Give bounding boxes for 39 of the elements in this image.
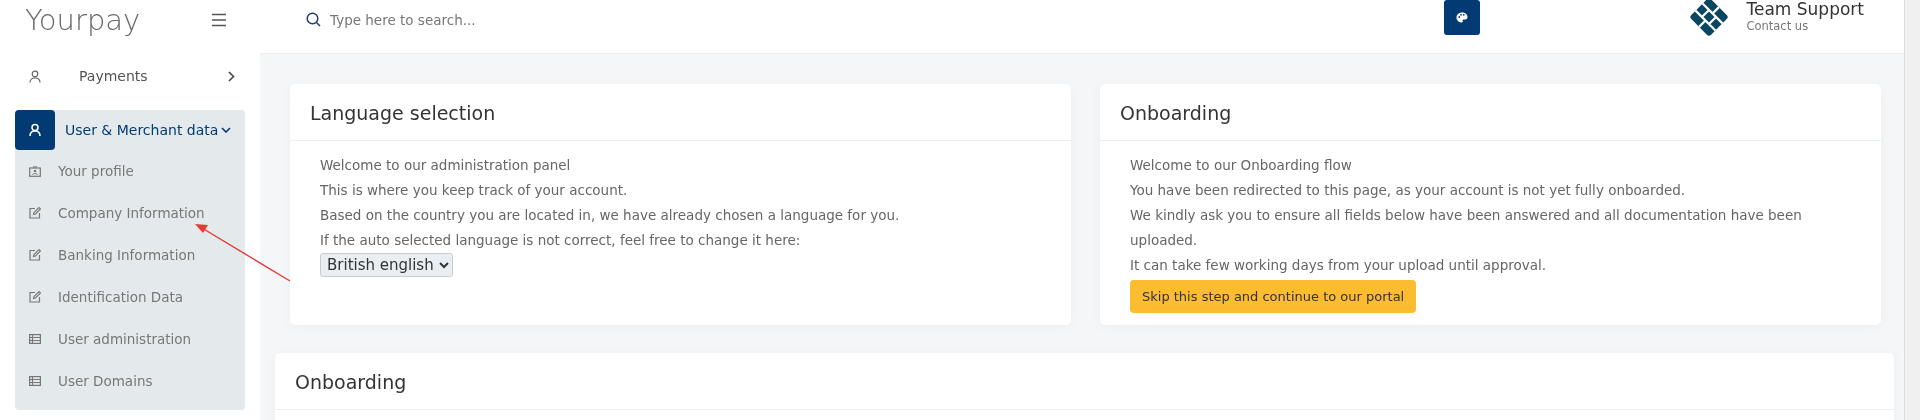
card-title: Onboarding xyxy=(1100,84,1881,141)
card-title: Language selection xyxy=(290,84,1071,141)
table-icon xyxy=(29,376,41,386)
nav-subitem[interactable]: Banking Information xyxy=(15,234,245,276)
nav-subitem[interactable]: Identification Data xyxy=(15,276,245,318)
support-title[interactable]: Team Support xyxy=(1746,0,1864,19)
body-text: Welcome to our Onboarding flow xyxy=(1130,156,1353,175)
body-text: If the auto selected language is not correct, feel free to change it here: xyxy=(320,231,802,250)
user-icon xyxy=(28,123,42,137)
menu-icon[interactable] xyxy=(211,13,227,27)
edit-icon xyxy=(29,207,41,219)
body-text: You have been redirected to this page, as your account is not yet fully onboarded. xyxy=(1130,181,1687,200)
search-icon xyxy=(306,12,321,27)
chevron-down-icon xyxy=(221,127,231,133)
nav-subitem[interactable]: Your profile xyxy=(15,150,245,192)
user-icon xyxy=(29,69,41,83)
nav-subitem[interactable]: User Domains xyxy=(15,360,245,402)
logo-text: Yourpay xyxy=(25,3,141,37)
body-text: Based on the country you are located in, we have already chosen a language for you. xyxy=(320,206,901,225)
chevron-right-icon xyxy=(228,70,235,82)
body-text: This is where you keep track of your account. xyxy=(320,181,629,200)
theme-button[interactable] xyxy=(1444,0,1481,35)
edit-icon xyxy=(29,249,41,261)
id-card-icon xyxy=(29,165,41,177)
nav-subitem[interactable]: Company Information xyxy=(15,192,245,234)
skip-button[interactable]: Skip this step and continue to our portal xyxy=(1130,280,1417,313)
body-text: It can take few working days from your upload until approval. xyxy=(1130,256,1548,275)
body-text: We kindly ask you to ensure all fields below have been answered and all documentation have been uploaded. xyxy=(1130,206,1803,250)
nav-item[interactable]: User & Merchant data xyxy=(15,110,245,150)
body-text: Welcome to our administration panel xyxy=(320,156,572,175)
scrollbar[interactable] xyxy=(1904,0,1920,420)
contact-link[interactable]: Contact us xyxy=(1746,18,1864,33)
card-title: Onboarding xyxy=(275,353,1894,410)
language-select[interactable]: British english xyxy=(320,253,453,277)
table-icon xyxy=(29,334,41,344)
nav-subitem[interactable]: User administration xyxy=(15,318,245,360)
palette-icon xyxy=(1456,12,1469,23)
nav-item[interactable]: Payments xyxy=(15,58,245,94)
edit-icon xyxy=(29,291,41,303)
